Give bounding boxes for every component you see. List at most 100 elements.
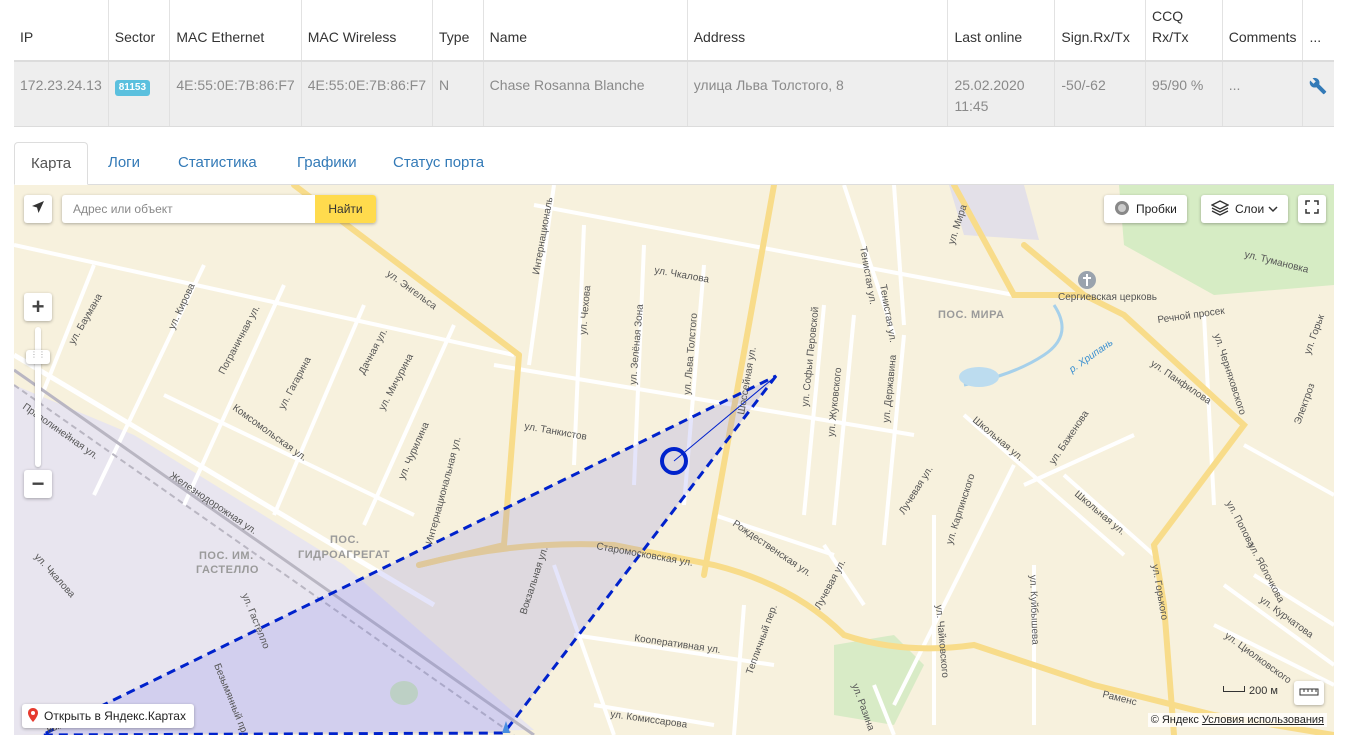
street-label: ул. Горького xyxy=(1149,564,1170,622)
street-label: Школьная ул. xyxy=(1072,489,1127,538)
district-label: ПОС. ИМ. xyxy=(199,550,254,562)
col-sign[interactable]: Sign.Rx/Tx xyxy=(1054,0,1146,62)
tab-logs[interactable]: Логи xyxy=(92,142,156,185)
ruler-icon xyxy=(1299,684,1319,702)
layers-icon xyxy=(1210,199,1230,219)
street-label: Школьная ул. xyxy=(970,415,1025,464)
street-label: Интернациональная ул. xyxy=(424,436,463,546)
street-label: ул. Куйбышева xyxy=(1027,575,1041,646)
sector-badge[interactable]: 81153 xyxy=(114,80,151,96)
cell-type: N xyxy=(432,61,484,127)
geolocation-icon xyxy=(31,200,45,219)
col-ip[interactable]: IP xyxy=(14,0,109,62)
last-online-time: 11:45 xyxy=(954,98,989,114)
church-label: Сергиевская церковь xyxy=(1058,292,1157,303)
street-label: ул. Гагарина xyxy=(277,355,314,412)
chevron-down-icon xyxy=(1268,202,1278,216)
open-yandex-label: Открыть в Яндекс.Картах xyxy=(44,709,186,723)
ruler-button[interactable] xyxy=(1294,681,1324,705)
street-label: Пограничная ул. xyxy=(217,304,263,377)
tab-graphs[interactable]: Графики xyxy=(281,142,373,185)
tab-bar: Карта Логи Статистика Графики Статус пор… xyxy=(14,142,1334,185)
street-label: Речной просек xyxy=(1157,306,1226,326)
street-label: ул. Кирова xyxy=(167,281,198,331)
street-label: Электроз xyxy=(1292,382,1317,426)
cell-mac-ethernet: 4E:55:0E:7B:86:F7 xyxy=(169,61,302,127)
col-more[interactable]: ... xyxy=(1302,0,1334,62)
map-search-input[interactable] xyxy=(62,195,315,223)
traffic-button[interactable]: Пробки xyxy=(1104,195,1187,223)
col-comments[interactable]: Comments xyxy=(1222,0,1304,62)
col-mac-ethernet[interactable]: MAC Ethernet xyxy=(169,0,302,62)
street-label: ул. Черняховского xyxy=(1211,333,1248,417)
pond xyxy=(959,367,999,387)
cell-sign: -50/-62 xyxy=(1054,61,1146,127)
col-sector[interactable]: Sector xyxy=(108,0,171,62)
district-label: ГАСТЕЛЛО xyxy=(196,564,259,576)
zoom-slider-handle[interactable]: ⋮⋮ xyxy=(26,350,50,364)
zoom-slider-track[interactable] xyxy=(35,327,41,467)
street-label: Кооперативная ул. xyxy=(634,633,722,656)
fullscreen-button[interactable] xyxy=(1298,195,1326,223)
cell-sector: 81153 xyxy=(108,61,171,127)
tab-statistics[interactable]: Статистика xyxy=(162,142,273,185)
col-last-online[interactable]: Last online xyxy=(947,0,1056,62)
district-label: ПОС. МИРА xyxy=(938,309,1004,321)
street-label: Лучевая ул. xyxy=(813,558,848,612)
col-ccq-line1: CCQ xyxy=(1151,8,1184,24)
street-label: Дачная ул. xyxy=(357,327,390,376)
tab-map[interactable]: Карта xyxy=(14,142,89,185)
cell-last-online: 25.02.2020 11:45 xyxy=(947,61,1056,127)
district-label: ГИДРОАГРЕГАТ xyxy=(298,549,390,561)
map-canvas[interactable]: ул. Энгельса ул. Чкалова ул. Тумановка у… xyxy=(14,185,1334,735)
street-label: ул. Зелёная Зона xyxy=(628,303,646,385)
river-label: р. Хрипань xyxy=(1067,337,1116,376)
tab-port-status[interactable]: Статус порта xyxy=(377,142,500,185)
cell-ip: 172.23.24.13 xyxy=(14,61,109,127)
cell-name: Chase Rosanna Blanche xyxy=(483,61,688,127)
street-label: Интернациональ xyxy=(531,196,555,275)
layers-button[interactable]: Слои xyxy=(1201,195,1289,223)
layers-label: Слои xyxy=(1235,202,1265,216)
zoom-out-button[interactable]: − xyxy=(24,470,52,498)
terms-link[interactable]: Условия использования xyxy=(1202,714,1324,726)
device-table: IP Sector MAC Ethernet MAC Wireless Type… xyxy=(14,0,1334,127)
street-label: ул. Карпинского xyxy=(944,472,977,546)
col-ccq-line2: Rx/Tx xyxy=(1151,29,1189,45)
street-label: Рождественская ул. xyxy=(730,518,813,579)
col-address[interactable]: Address xyxy=(687,0,949,62)
map-copyright: © Яндекс Условия использования xyxy=(1147,713,1327,727)
street-label: ул. Мичурина xyxy=(377,352,416,413)
last-online-date: 25.02.2020 xyxy=(954,77,1025,93)
table-row[interactable]: 172.23.24.13 81153 4E:55:0E:7B:86:F7 4E:… xyxy=(14,61,1334,127)
cell-actions xyxy=(1302,61,1334,127)
col-type[interactable]: Type xyxy=(432,0,484,62)
cell-mac-wireless: 4E:55:0E:7B:86:F7 xyxy=(301,61,434,127)
col-mac-wireless[interactable]: MAC Wireless xyxy=(301,0,434,62)
map-container[interactable]: ул. Энгельса ул. Чкалова ул. Тумановка у… xyxy=(14,185,1334,735)
map-search: Найти xyxy=(62,195,376,223)
minus-icon: − xyxy=(31,471,45,496)
map-search-button[interactable]: Найти xyxy=(315,195,376,223)
scale-bar xyxy=(1223,686,1246,692)
church-icon xyxy=(1078,271,1096,289)
fullscreen-icon xyxy=(1305,199,1319,219)
open-yandex-maps-button[interactable]: Открыть в Яндекс.Картах xyxy=(22,704,194,728)
traffic-icon xyxy=(1114,200,1130,219)
col-name[interactable]: Name xyxy=(483,0,688,62)
col-ccq[interactable]: CCQ Rx/Tx xyxy=(1145,0,1223,62)
street-label: ул. Чурилина xyxy=(397,420,432,481)
map-scale: 200 м xyxy=(1223,685,1278,697)
traffic-label: Пробки xyxy=(1136,202,1177,216)
district-label: ПОС. xyxy=(330,534,359,546)
map-pin-icon xyxy=(28,707,38,725)
street-label: ул. Горьк xyxy=(1302,313,1327,356)
zoom-in-button[interactable]: + xyxy=(24,293,52,321)
cell-comments: ... xyxy=(1222,61,1304,127)
cell-ccq: 95/90 % xyxy=(1145,61,1223,127)
cell-address: улица Льва Толстого, 8 xyxy=(687,61,949,127)
wrench-icon[interactable] xyxy=(1309,77,1327,101)
geolocation-button[interactable] xyxy=(24,195,52,223)
street-label: Лучевая ул. xyxy=(897,464,935,516)
scale-label: 200 м xyxy=(1249,685,1278,697)
